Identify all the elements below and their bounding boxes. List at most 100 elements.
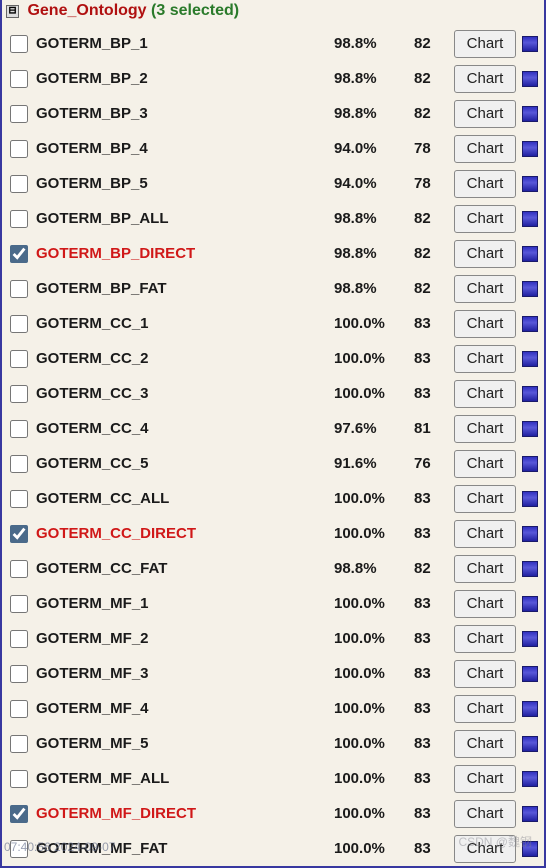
bar-icon[interactable] — [522, 736, 538, 752]
collapse-icon[interactable]: ⊟ — [6, 5, 19, 18]
term-checkbox[interactable] — [10, 455, 28, 473]
bar-icon[interactable] — [522, 106, 538, 122]
term-checkbox[interactable] — [10, 560, 28, 578]
term-checkbox[interactable] — [10, 105, 28, 123]
bar-icon[interactable] — [522, 211, 538, 227]
term-name: GOTERM_MF_2 — [36, 630, 334, 647]
bar-icon[interactable] — [522, 526, 538, 542]
term-count: 82 — [414, 70, 454, 87]
term-percent: 98.8% — [334, 105, 414, 122]
bar-icon[interactable] — [522, 71, 538, 87]
term-checkbox[interactable] — [10, 735, 28, 753]
chart-button[interactable]: Chart — [454, 485, 516, 513]
term-percent: 98.8% — [334, 245, 414, 262]
section-title: Gene_Ontology — [27, 2, 146, 19]
bar-icon[interactable] — [522, 141, 538, 157]
chart-button[interactable]: Chart — [454, 65, 516, 93]
annotation-row: GOTERM_CC_ALL100.0%83Chart — [2, 481, 544, 516]
chart-button[interactable]: Chart — [454, 730, 516, 758]
bar-icon[interactable] — [522, 316, 538, 332]
term-checkbox[interactable] — [10, 595, 28, 613]
term-checkbox[interactable] — [10, 140, 28, 158]
chart-button[interactable]: Chart — [454, 345, 516, 373]
bar-icon[interactable] — [522, 456, 538, 472]
chart-button[interactable]: Chart — [454, 695, 516, 723]
term-checkbox[interactable] — [10, 630, 28, 648]
term-percent: 98.8% — [334, 280, 414, 297]
chart-button[interactable]: Chart — [454, 205, 516, 233]
chart-button[interactable]: Chart — [454, 660, 516, 688]
bar-icon[interactable] — [522, 771, 538, 787]
term-percent: 100.0% — [334, 665, 414, 682]
term-name: GOTERM_BP_3 — [36, 105, 334, 122]
chart-button[interactable]: Chart — [454, 100, 516, 128]
term-checkbox[interactable] — [10, 385, 28, 403]
chart-button[interactable]: Chart — [454, 415, 516, 443]
chart-button[interactable]: Chart — [454, 590, 516, 618]
chart-button[interactable]: Chart — [454, 240, 516, 268]
annotation-row: GOTERM_BP_398.8%82Chart — [2, 96, 544, 131]
chart-button[interactable]: Chart — [454, 520, 516, 548]
term-checkbox[interactable] — [10, 315, 28, 333]
term-name: GOTERM_MF_DIRECT — [36, 805, 334, 822]
annotation-row: GOTERM_CC_2100.0%83Chart — [2, 341, 544, 376]
term-checkbox[interactable] — [10, 770, 28, 788]
term-checkbox[interactable] — [10, 350, 28, 368]
term-name: GOTERM_BP_2 — [36, 70, 334, 87]
chart-button[interactable]: Chart — [454, 275, 516, 303]
chart-button[interactable]: Chart — [454, 135, 516, 163]
term-checkbox[interactable] — [10, 210, 28, 228]
term-count: 83 — [414, 525, 454, 542]
term-percent: 91.6% — [334, 455, 414, 472]
annotation-row: GOTERM_MF_3100.0%83Chart — [2, 656, 544, 691]
chart-button[interactable]: Chart — [454, 170, 516, 198]
term-count: 82 — [414, 245, 454, 262]
term-checkbox[interactable] — [10, 700, 28, 718]
term-count: 83 — [414, 630, 454, 647]
bar-icon[interactable] — [522, 386, 538, 402]
bar-icon[interactable] — [522, 596, 538, 612]
bar-icon[interactable] — [522, 491, 538, 507]
term-checkbox[interactable] — [10, 35, 28, 53]
term-checkbox[interactable] — [10, 665, 28, 683]
bar-icon[interactable] — [522, 246, 538, 262]
chart-button[interactable]: Chart — [454, 380, 516, 408]
term-count: 83 — [414, 805, 454, 822]
bar-icon[interactable] — [522, 281, 538, 297]
term-checkbox[interactable] — [10, 280, 28, 298]
term-checkbox[interactable] — [10, 805, 28, 823]
term-percent: 94.0% — [334, 140, 414, 157]
chart-button[interactable]: Chart — [454, 555, 516, 583]
term-count: 83 — [414, 770, 454, 787]
bar-icon[interactable] — [522, 176, 538, 192]
term-checkbox[interactable] — [10, 490, 28, 508]
chart-button[interactable]: Chart — [454, 765, 516, 793]
bar-icon[interactable] — [522, 561, 538, 577]
term-count: 83 — [414, 665, 454, 682]
chart-button[interactable]: Chart — [454, 800, 516, 828]
term-checkbox[interactable] — [10, 525, 28, 543]
term-name: GOTERM_MF_3 — [36, 665, 334, 682]
bar-icon[interactable] — [522, 631, 538, 647]
bar-icon[interactable] — [522, 806, 538, 822]
chart-button[interactable]: Chart — [454, 625, 516, 653]
term-count: 76 — [414, 455, 454, 472]
term-count: 83 — [414, 350, 454, 367]
bar-icon[interactable] — [522, 36, 538, 52]
term-count: 81 — [414, 420, 454, 437]
term-checkbox[interactable] — [10, 420, 28, 438]
chart-button[interactable]: Chart — [454, 310, 516, 338]
annotation-row: GOTERM_MF_2100.0%83Chart — [2, 621, 544, 656]
term-checkbox[interactable] — [10, 175, 28, 193]
term-checkbox[interactable] — [10, 70, 28, 88]
bar-icon[interactable] — [522, 351, 538, 367]
term-name: GOTERM_CC_4 — [36, 420, 334, 437]
bar-icon[interactable] — [522, 666, 538, 682]
chart-button[interactable]: Chart — [454, 30, 516, 58]
term-checkbox[interactable] — [10, 245, 28, 263]
bar-icon[interactable] — [522, 701, 538, 717]
term-name: GOTERM_MF_ALL — [36, 770, 334, 787]
chart-button[interactable]: Chart — [454, 450, 516, 478]
term-name: GOTERM_CC_1 — [36, 315, 334, 332]
bar-icon[interactable] — [522, 421, 538, 437]
